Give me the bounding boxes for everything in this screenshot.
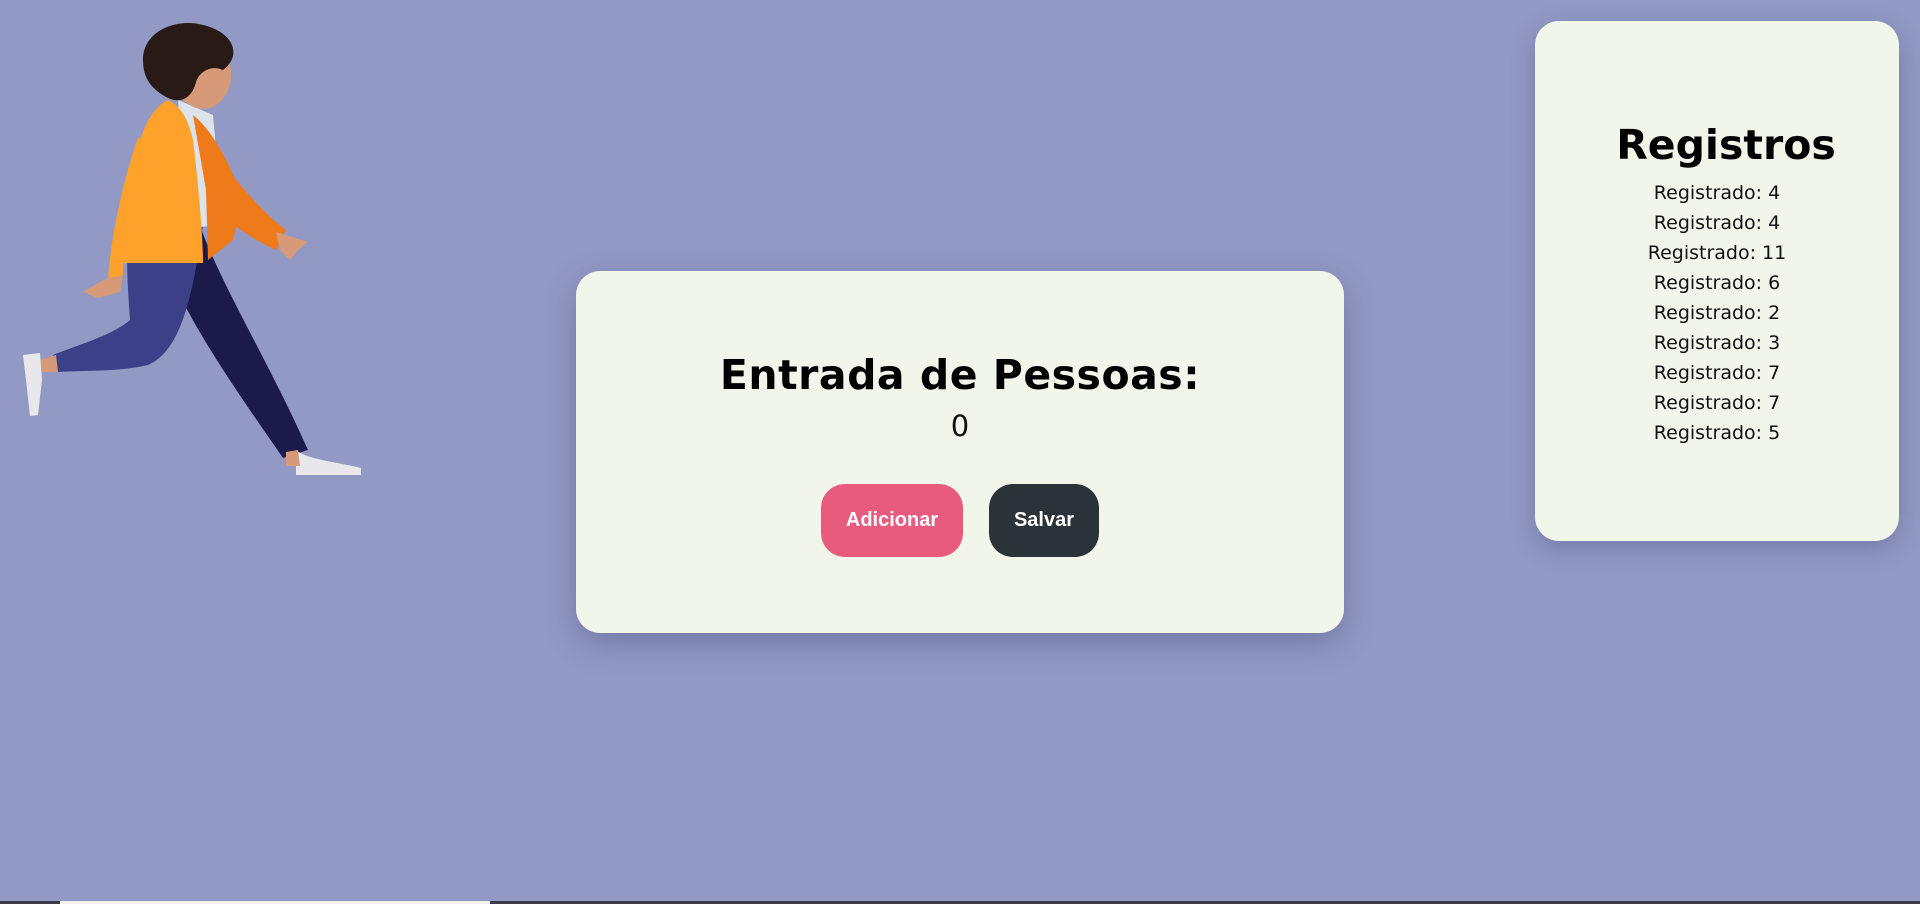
list-item: Registrado: 7 <box>1653 392 1781 414</box>
list-item: Registrado: 2 <box>1653 302 1781 324</box>
list-item: Registrado: 7 <box>1653 362 1781 384</box>
list-item: Registrado: 11 <box>1647 242 1787 264</box>
list-item: Registrado: 4 <box>1653 212 1781 234</box>
save-button[interactable]: Salvar <box>989 484 1099 557</box>
records-title: Registros <box>1616 121 1836 169</box>
add-button[interactable]: Adicionar <box>821 484 963 557</box>
records-panel: Registros Registrado: 4 Registrado: 4 Re… <box>1535 21 1899 541</box>
counter-card: Entrada de Pessoas: 0 Adicionar Salvar <box>576 271 1344 633</box>
list-item: Registrado: 4 <box>1653 182 1781 204</box>
list-item: Registrado: 5 <box>1653 422 1781 444</box>
list-item: Registrado: 3 <box>1653 332 1781 354</box>
records-list: Registrado: 4 Registrado: 4 Registrado: … <box>1535 178 1899 448</box>
counter-title: Entrada de Pessoas: <box>719 351 1201 399</box>
counter-value: 0 <box>950 409 970 443</box>
counter-actions: Adicionar Salvar <box>576 484 1344 557</box>
walking-person-icon <box>23 23 361 475</box>
list-item: Registrado: 6 <box>1653 272 1781 294</box>
